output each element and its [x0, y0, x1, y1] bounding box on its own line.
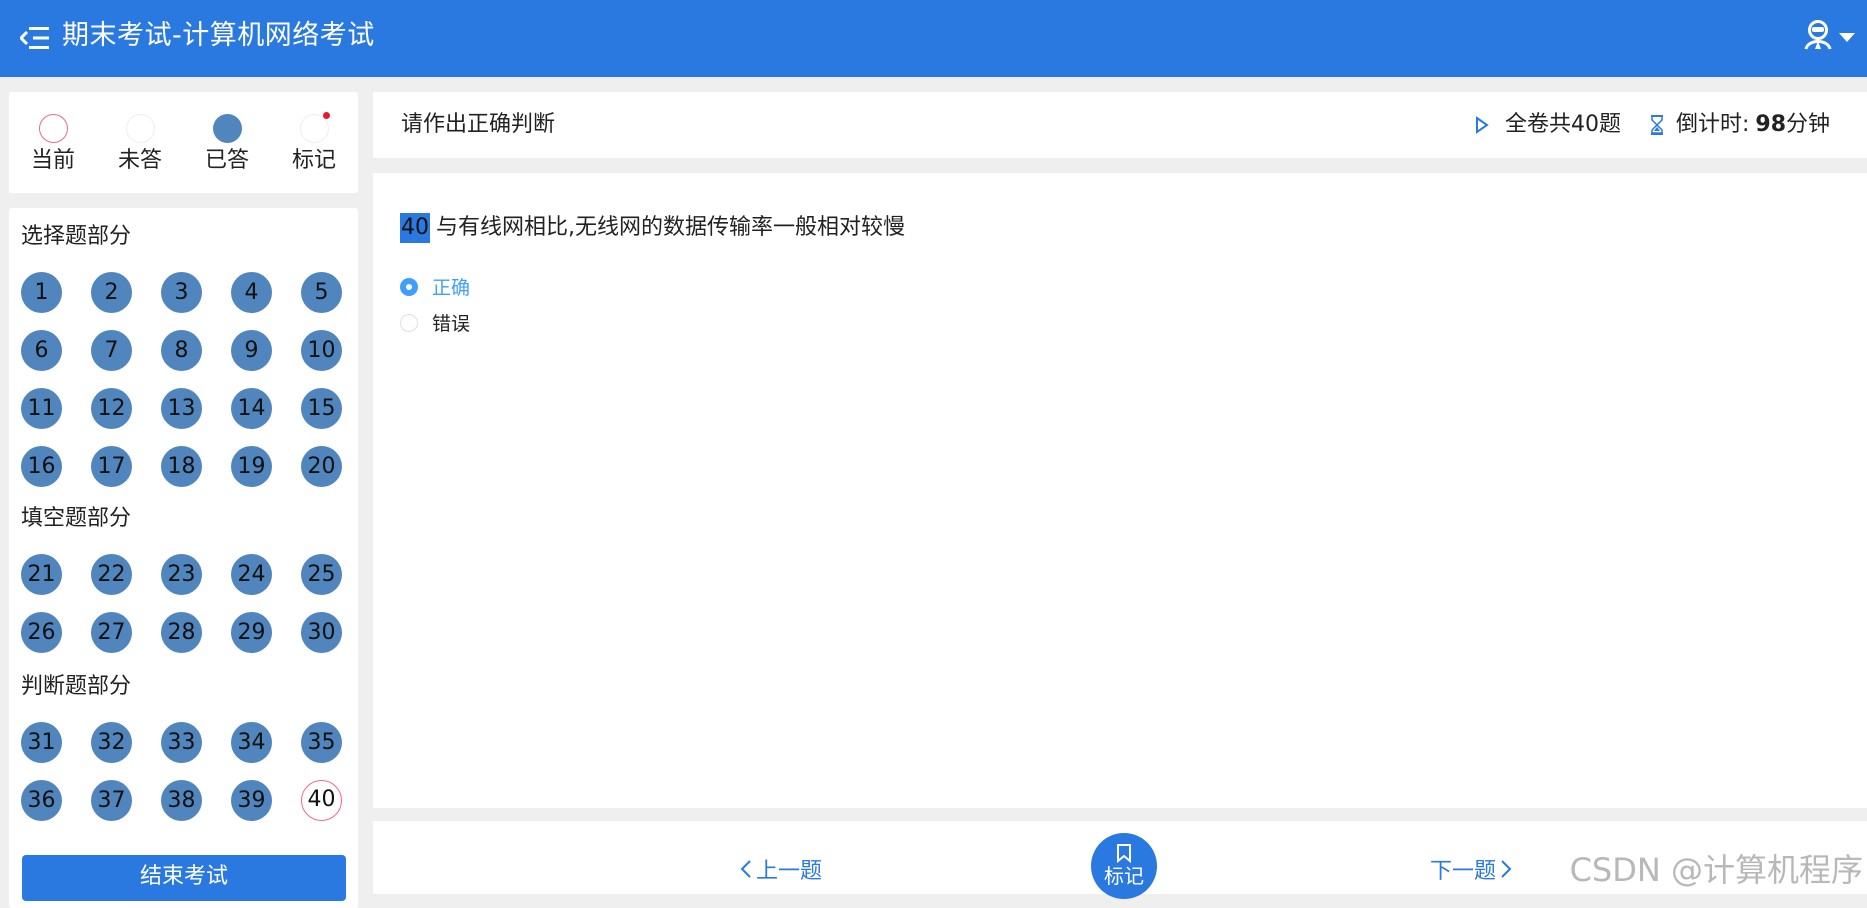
question-area: 40 与有线网相比,无线网的数据传输率一般相对较慢 正确 错误	[373, 173, 1867, 808]
option-true[interactable]: 正确	[400, 273, 470, 300]
question-button-25[interactable]: 25	[301, 554, 342, 595]
watermark: CSDN @计算机程序	[1569, 851, 1863, 889]
chevron-down-icon	[1839, 32, 1855, 42]
question-button-17[interactable]: 17	[91, 446, 132, 487]
prev-question-button[interactable]: 上一题	[740, 853, 822, 885]
answered-dot-icon	[212, 114, 242, 143]
question-button-5[interactable]: 5	[301, 272, 342, 313]
question-stem: 40 与有线网相比,无线网的数据传输率一般相对较慢	[400, 213, 905, 243]
legend-label: 当前	[30, 148, 75, 173]
question-button-23[interactable]: 23	[161, 554, 202, 595]
question-button-11[interactable]: 11	[21, 388, 62, 429]
total-questions: 全卷共40题	[1475, 110, 1621, 140]
section-title-fill: 填空题部分	[21, 506, 132, 531]
question-button-2[interactable]: 2	[91, 272, 132, 313]
question-button-19[interactable]: 19	[231, 446, 272, 487]
option-false[interactable]: 错误	[400, 309, 470, 336]
question-button-34[interactable]: 34	[231, 722, 272, 763]
exam-title: 期末考试-计算机网络考试	[62, 20, 375, 51]
question-button-27[interactable]: 27	[91, 612, 132, 653]
timer-prefix: 倒计时:	[1676, 112, 1750, 137]
legend-label: 未答	[117, 148, 162, 173]
option-label: 正确	[432, 277, 471, 299]
question-button-32[interactable]: 32	[91, 722, 132, 763]
question-button-40[interactable]: 40	[301, 780, 342, 821]
question-button-18[interactable]: 18	[161, 446, 202, 487]
chevron-right-icon	[1500, 859, 1512, 879]
section-title-judge: 判断题部分	[21, 674, 132, 699]
current-dot-icon	[38, 114, 68, 143]
legend-label: 已答	[204, 148, 249, 173]
question-button-6[interactable]: 6	[21, 330, 62, 371]
question-info-bar: 请作出正确判断 全卷共40题 倒计时: 98 分钟	[373, 92, 1867, 158]
question-button-20[interactable]: 20	[301, 446, 342, 487]
question-text: 与有线网相比,无线网的数据传输率一般相对较慢	[436, 215, 905, 240]
menu-fold-icon[interactable]	[18, 24, 50, 52]
mark-label: 标记	[1104, 864, 1144, 888]
question-button-37[interactable]: 37	[91, 780, 132, 821]
timer-value: 98	[1755, 112, 1787, 137]
legend-marked: 标记	[284, 112, 344, 176]
question-button-31[interactable]: 31	[21, 722, 62, 763]
question-navigator: 选择题部分 1 2 3 4 5 6 7 8 9 10 11 12 13 14 15 16 17 18 19 20 填空…	[9, 208, 358, 908]
question-button-28[interactable]: 28	[161, 612, 202, 653]
question-button-33[interactable]: 33	[161, 722, 202, 763]
question-button-16[interactable]: 16	[21, 446, 62, 487]
bottom-navigation: 上一题 标记 下一题 CSDN @计算机程序	[373, 821, 1867, 899]
question-button-12[interactable]: 12	[91, 388, 132, 429]
question-button-36[interactable]: 36	[21, 780, 62, 821]
bookmark-icon	[1091, 843, 1157, 864]
next-question-button[interactable]: 下一题	[1430, 853, 1512, 885]
user-menu[interactable]	[1803, 18, 1857, 56]
status-legend: 当前 未答 已答 标记	[9, 92, 358, 193]
user-avatar-icon	[1803, 19, 1833, 55]
legend-unanswered: 未答	[110, 114, 170, 176]
mark-question-button[interactable]: 标记	[1091, 833, 1157, 899]
question-number-badge: 40	[400, 213, 430, 243]
question-button-24[interactable]: 24	[231, 554, 272, 595]
question-button-29[interactable]: 29	[231, 612, 272, 653]
question-button-35[interactable]: 35	[301, 722, 342, 763]
question-button-22[interactable]: 22	[91, 554, 132, 595]
legend-current: 当前	[23, 114, 83, 176]
question-button-8[interactable]: 8	[161, 330, 202, 371]
countdown-timer: 倒计时: 98 分钟	[1650, 110, 1830, 140]
unanswered-dot-icon	[125, 114, 155, 143]
hourglass-icon	[1650, 114, 1664, 136]
question-button-39[interactable]: 39	[231, 780, 272, 821]
question-button-14[interactable]: 14	[231, 388, 272, 429]
finish-exam-button[interactable]: 结束考试	[22, 855, 346, 901]
question-button-30[interactable]: 30	[301, 612, 342, 653]
play-icon	[1475, 116, 1489, 134]
question-button-1[interactable]: 1	[21, 272, 62, 313]
question-button-38[interactable]: 38	[161, 780, 202, 821]
question-button-15[interactable]: 15	[301, 388, 342, 429]
question-button-21[interactable]: 21	[21, 554, 62, 595]
radio-checked-icon[interactable]	[400, 277, 418, 296]
question-button-26[interactable]: 26	[21, 612, 62, 653]
legend-label: 标记	[291, 148, 336, 173]
question-button-10[interactable]: 10	[301, 330, 342, 371]
question-instruction: 请作出正确判断	[401, 112, 556, 137]
question-button-13[interactable]: 13	[161, 388, 202, 429]
top-header: 期末考试-计算机网络考试	[0, 0, 1867, 77]
section-title-choice: 选择题部分	[21, 224, 132, 249]
question-button-9[interactable]: 9	[231, 330, 272, 371]
option-label: 错误	[432, 313, 471, 335]
question-button-4[interactable]: 4	[231, 272, 272, 313]
chevron-left-icon	[740, 859, 752, 879]
legend-answered: 已答	[197, 114, 257, 176]
timer-unit: 分钟	[1786, 112, 1831, 137]
total-label: 全卷共40题	[1505, 112, 1621, 137]
marked-dot-icon	[299, 112, 330, 143]
question-button-3[interactable]: 3	[161, 272, 202, 313]
question-button-7[interactable]: 7	[91, 330, 132, 371]
radio-unchecked-icon[interactable]	[400, 313, 418, 332]
prev-label: 上一题	[756, 859, 823, 884]
next-label: 下一题	[1430, 859, 1497, 884]
